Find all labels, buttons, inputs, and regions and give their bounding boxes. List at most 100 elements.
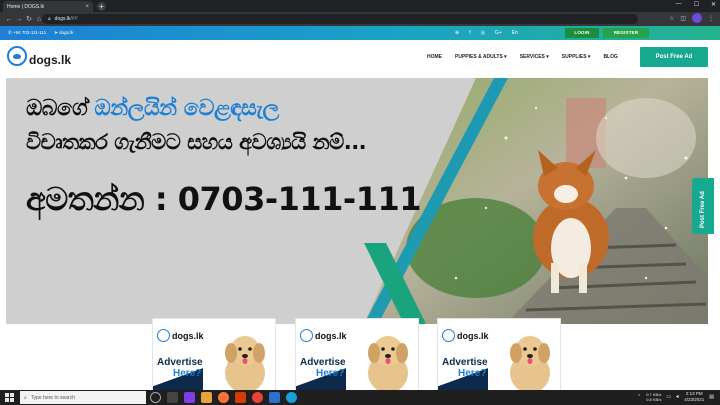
tab-title: Home | DOGS.lk [7,3,45,10]
site-logo[interactable]: dogs.lk [7,45,71,67]
advertise-card-2[interactable]: dogs.lk Advertise Here? [295,318,419,392]
hero-headline-1b: ඔන්ලයින් වෙළඳසැල [94,96,279,121]
phone-contact[interactable]: ✆ +94 703-111-111 [8,30,46,36]
hero-banner[interactable]: ඔබගේ ඔන්ලයින් වෙළඳසැල විචෘතකර ගැනීමට සහය… [6,78,708,324]
card-logo: dogs.lk [157,329,204,342]
card-logo: dogs.lk [442,329,489,342]
login-button[interactable]: LOGIN [565,28,599,38]
new-tab-button[interactable]: + [97,2,106,11]
telegram-label: dogs.lk [59,30,74,35]
card-advertise-text: Advertise [442,357,488,368]
puppy-image [368,336,408,391]
nav-supplies[interactable]: SUPPLIES ▾ [562,54,591,60]
address-bar[interactable]: 🔒︎ dogs.lk /#!/ [42,14,638,24]
phone-number: +94 703-111-111 [13,30,47,35]
card-logo-text: dogs.lk [172,330,204,341]
puppy-image [225,336,265,391]
main-nav: HOME PUPPIES & ADULTS ▾ SERVICES ▾ SUPPL… [427,54,618,60]
forward-icon[interactable]: → [14,16,24,23]
close-window-icon[interactable]: ✕ [711,1,716,8]
social-links: ⊕ f ◎ G+ En [455,30,518,36]
pinterest-icon[interactable]: ⊕ [455,30,459,36]
side-post-free-ad-tab[interactable]: Post Free Ad [692,178,714,234]
star-icon[interactable]: ☆ [669,15,674,22]
network-speed: 0.7 KB/s 0.8 KB/s [646,392,661,402]
paw-logo-icon [7,46,27,66]
profile-avatar[interactable] [692,13,702,23]
chrome-icon[interactable] [252,392,263,403]
edge-icon[interactable] [286,392,297,403]
url-host: dogs.lk [54,16,71,22]
hero-call-line: අමතන්න : 0703-111-111 [26,180,421,219]
maximize-icon[interactable]: ☐ [694,1,699,8]
taskbar-clock[interactable]: 2:13 PM 4/23/2021 [684,391,704,403]
card-advertise-text: Advertise [300,357,346,368]
minimize-icon[interactable]: — [676,1,682,8]
browser-tab[interactable]: Home | DOGS.lk × [3,1,93,12]
contact-info: ✆ +94 703-111-111 ➤ dogs.lk [8,30,73,36]
site-topbar: ✆ +94 703-111-111 ➤ dogs.lk ⊕ f ◎ G+ En … [0,26,720,40]
nav-puppies-adults[interactable]: PUPPIES & ADULTS ▾ [455,54,507,60]
logo-text: dogs.lk [29,53,72,67]
instagram-icon[interactable]: ◎ [481,30,485,36]
app-blue-icon[interactable] [269,392,280,403]
net-down: 0.8 KB/s [646,397,662,402]
telegram-contact[interactable]: ➤ dogs.lk [54,30,73,36]
google-plus-icon[interactable]: G+ [495,30,502,36]
taskbar-search-input[interactable]: ⌕ Type here to search [20,391,146,404]
file-explorer-icon[interactable] [201,392,212,403]
nav-services[interactable]: SERVICES ▾ [520,54,549,60]
card-here-text: Here? [316,368,345,379]
reload-icon[interactable]: ↻ [24,15,34,23]
search-placeholder: Type here to search [30,394,76,401]
paw-logo-icon [442,329,455,342]
app-purple-icon[interactable] [184,392,195,403]
search-icon: ⌕ [24,394,27,401]
windows-taskbar: ⌕ Type here to search ⌃ 0.7 KB/s 0.8 KB/… [0,390,720,405]
clock-date: 4/23/2021 [684,397,705,402]
hero-headline-1: ඔබගේ ඔන්ලයින් වෙළඳසැල [26,96,279,121]
nav-home[interactable]: HOME [427,54,442,60]
paw-logo-icon [157,329,170,342]
card-logo-text: dogs.lk [457,330,489,341]
cortana-icon[interactable] [150,392,161,403]
puppy-image [510,336,550,391]
site-header: dogs.lk HOME PUPPIES & ADULTS ▾ SERVICES… [0,40,720,76]
card-advertise-text: Advertise [157,357,203,368]
taskbar-apps [150,392,297,403]
notification-icon[interactable]: ▤ [709,394,714,400]
card-logo-text: dogs.lk [315,330,347,341]
advertise-card-3[interactable]: dogs.lk Advertise Here? [437,318,561,392]
advertise-card-1[interactable]: dogs.lk Advertise Here? [152,318,276,392]
menu-icon[interactable]: ⋮ [708,15,714,22]
paw-logo-icon [300,329,313,342]
lock-icon: 🔒︎ [48,16,51,22]
register-button[interactable]: REGISTER [603,28,649,38]
hero-headline-1a: ඔබගේ [26,96,95,121]
hero-headline-2: විචෘතකර ගැනීමට සහය අවශ්‍යයි නම්... [26,130,367,154]
nav-blog[interactable]: BLOG [603,54,617,60]
windows-start-icon[interactable] [5,393,14,402]
browser-tab-strip: Home | DOGS.lk × + — ☐ ✕ [0,0,720,12]
task-view-icon[interactable] [167,392,178,403]
toolbar-actions: ☆ ◫ ⋮ [669,13,714,23]
firefox-icon[interactable] [218,392,229,403]
back-icon[interactable]: ← [4,16,14,23]
card-logo: dogs.lk [300,329,347,342]
tray-chevron-icon[interactable]: ⌃ [637,394,641,400]
post-free-ad-button[interactable]: Post Free Ad [640,47,708,67]
window-controls: — ☐ ✕ [676,1,716,8]
hero-call-label: අමතන්න : [26,180,178,218]
facebook-icon[interactable]: f [469,30,470,36]
system-tray: ⌃ 0.7 KB/s 0.8 KB/s ▭ 🔊︎ 2:13 PM 4/23/20… [637,391,714,403]
volume-icon[interactable]: 🔊︎ [676,394,679,400]
tab-close-icon[interactable]: × [85,4,89,10]
language-switch[interactable]: En [512,30,518,36]
network-icon[interactable]: ▭ [666,394,671,400]
side-post-label: Post Free Ad [700,191,706,228]
office-icon[interactable] [235,392,246,403]
card-here-text: Here? [458,368,487,379]
card-here-text: Here? [173,368,202,379]
url-path: /#!/ [70,16,78,22]
extension-icon[interactable]: ◫ [680,15,686,22]
